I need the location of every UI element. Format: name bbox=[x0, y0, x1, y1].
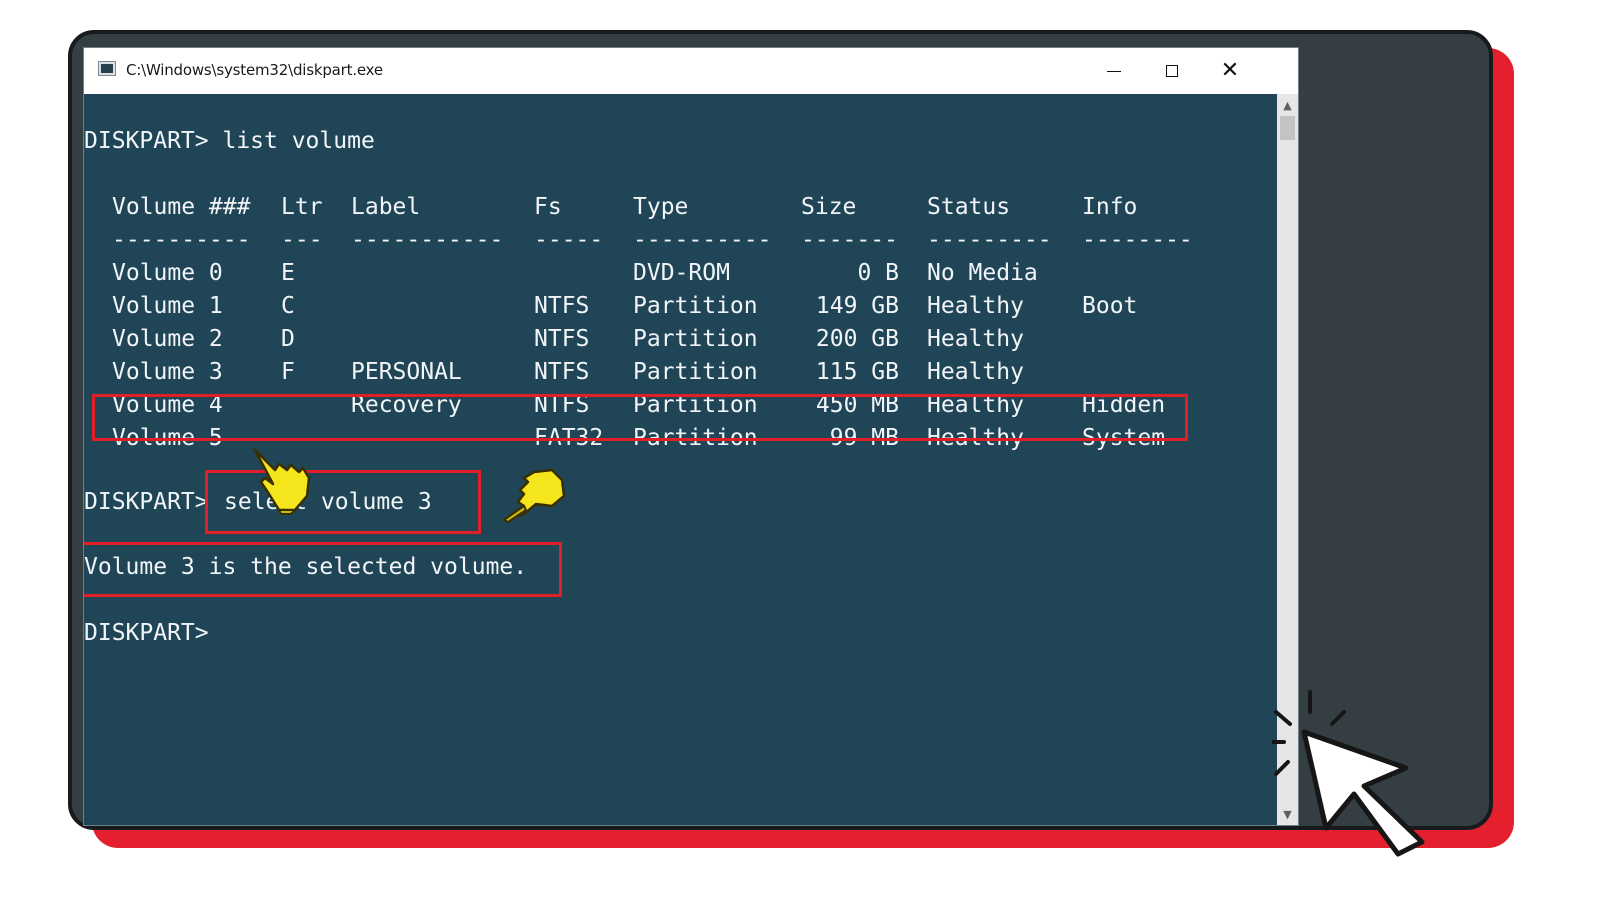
cell-ltr: C bbox=[281, 293, 295, 319]
minimize-icon bbox=[1107, 70, 1121, 72]
header-status: Status bbox=[927, 194, 1011, 220]
cell-status: No Media bbox=[927, 260, 1038, 286]
select-command-highlight-box bbox=[205, 470, 481, 534]
cell-label: PERSONAL bbox=[351, 359, 462, 385]
cell-type: Partition bbox=[633, 359, 758, 385]
cell-status: Healthy bbox=[927, 293, 1024, 319]
separator: -------- bbox=[1082, 227, 1193, 253]
console-app-icon bbox=[98, 61, 116, 76]
cell-type: Partition bbox=[633, 293, 758, 319]
maximize-button[interactable] bbox=[1142, 48, 1202, 94]
close-button[interactable]: ✕ bbox=[1200, 48, 1260, 94]
prompt-prefix: DISKPART> bbox=[84, 489, 209, 515]
volume-3-highlight-box bbox=[92, 394, 1188, 441]
header-volume: Volume ### bbox=[112, 194, 251, 220]
cell-ltr: D bbox=[281, 326, 295, 352]
pointing-hand-icon bbox=[502, 468, 566, 524]
header-label: Label bbox=[351, 194, 421, 220]
cell-type: Partition bbox=[633, 326, 758, 352]
cell-size: 0 B bbox=[857, 260, 899, 286]
cell-status: Healthy bbox=[927, 326, 1024, 352]
header-type: Type bbox=[633, 194, 689, 220]
scroll-thumb[interactable] bbox=[1280, 116, 1295, 140]
cell-size: 149 GB bbox=[815, 293, 899, 319]
pointing-hand-icon bbox=[253, 448, 311, 515]
header-info: Info bbox=[1082, 194, 1138, 220]
separator: --------- bbox=[927, 227, 1052, 253]
cell-size: 115 GB bbox=[815, 359, 899, 385]
cell-ltr: F bbox=[281, 359, 295, 385]
separator: ----------- bbox=[351, 227, 504, 253]
select-result-highlight-box bbox=[84, 542, 562, 597]
title-bar[interactable]: C:\Windows\system32\diskpart.exe ✕ bbox=[84, 48, 1298, 94]
maximize-icon bbox=[1166, 65, 1178, 77]
separator: ---------- bbox=[112, 227, 251, 253]
list-volume-command: DISKPART> list volume bbox=[84, 128, 375, 154]
diskpart-window: C:\Windows\system32\diskpart.exe ✕ DISKP… bbox=[84, 48, 1298, 825]
close-icon: ✕ bbox=[1220, 58, 1240, 83]
window-title: C:\Windows\system32\diskpart.exe bbox=[126, 61, 383, 79]
cell-volume: Volume 2 bbox=[112, 326, 223, 352]
cell-size: 200 GB bbox=[815, 326, 899, 352]
separator: ---------- bbox=[633, 227, 772, 253]
cell-volume: Volume 0 bbox=[112, 260, 223, 286]
cell-volume: Volume 1 bbox=[112, 293, 223, 319]
cell-fs: NTFS bbox=[534, 326, 590, 352]
final-prompt: DISKPART> bbox=[84, 620, 209, 646]
separator: ----- bbox=[534, 227, 604, 253]
separator: ------- bbox=[801, 227, 898, 253]
cell-volume: Volume 3 bbox=[112, 359, 223, 385]
console-output[interactable]: DISKPART> list volume Volume ### Ltr Lab… bbox=[84, 94, 1277, 825]
cell-ltr: E bbox=[281, 260, 295, 286]
minimize-button[interactable] bbox=[1084, 48, 1144, 94]
header-fs: Fs bbox=[534, 194, 562, 220]
separator: --- bbox=[281, 227, 323, 253]
mouse-cursor-icon bbox=[1272, 690, 1425, 857]
header-ltr: Ltr bbox=[281, 194, 323, 220]
cell-info: Boot bbox=[1082, 293, 1138, 319]
header-size: Size bbox=[801, 194, 857, 220]
cell-type: DVD-ROM bbox=[633, 260, 730, 286]
cell-fs: NTFS bbox=[534, 293, 590, 319]
scroll-up-arrow-icon[interactable]: ▲ bbox=[1277, 96, 1298, 114]
cell-status: Healthy bbox=[927, 359, 1024, 385]
cell-fs: NTFS bbox=[534, 359, 590, 385]
